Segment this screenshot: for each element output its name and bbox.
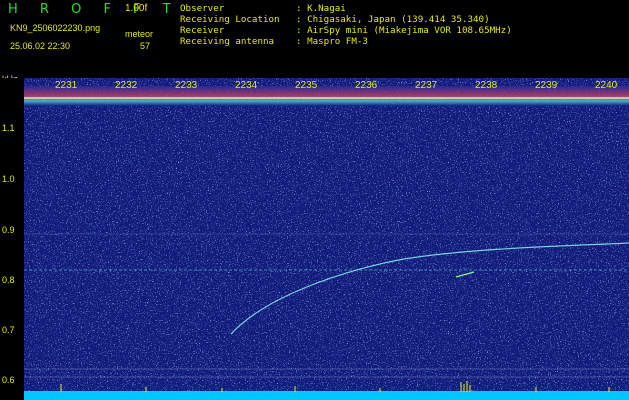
version-label: 1.00f [125, 3, 148, 14]
info-row-antenna: Receiving antenna: Maspro FM-3 [180, 36, 368, 47]
time-tick-label: 2237 [415, 80, 438, 91]
y-tick-label: 0.6 [2, 375, 15, 385]
time-tick-label: 2231 [55, 80, 78, 91]
time-tick-label: 2239 [535, 80, 558, 91]
time-tick-label: 2235 [295, 80, 318, 91]
y-tick-label: 0.9 [2, 225, 15, 235]
time-tick-label: 2234 [235, 80, 258, 91]
time-tick-label: 2238 [475, 80, 498, 91]
time-tick-label: 2240 [595, 80, 618, 91]
spectrogram [24, 78, 629, 400]
header-panel: H R O F F T 1.00f KN9_2506022230.png met… [0, 0, 629, 78]
time-tick-label: 2232 [115, 80, 138, 91]
noise-sparkle-layer [24, 78, 629, 400]
info-row-location: Receiving Location: Chigasaki, Japan (13… [180, 14, 490, 25]
info-row-observer: Observer: K.Nagai [180, 3, 346, 14]
file-name: KN9_2506022230.png [10, 23, 101, 33]
meteor-label: meteor [125, 29, 154, 39]
frequency-axis: 1.1 1.0 0.9 0.8 0.7 0.6 [0, 78, 24, 400]
date-time: 25.06.02 22:30 [10, 41, 71, 51]
info-row-receiver: Receiver: AirSpy mini (Miakejima VOR 108… [180, 25, 512, 36]
station-info: Observer: K.Nagai Receiving Location: Ch… [180, 3, 512, 47]
bottom-band [24, 391, 629, 400]
y-tick-label: 1.0 [2, 174, 15, 184]
y-tick-label: 0.7 [2, 325, 15, 335]
y-tick-label: 1.1 [2, 123, 15, 133]
meteor-count: 57 [140, 41, 151, 51]
spectrogram-canvas [24, 78, 629, 400]
time-tick-label: 2233 [175, 80, 198, 91]
time-tick-label: 2236 [355, 80, 378, 91]
app-logo: H R O F F T [8, 2, 180, 17]
y-tick-label: 0.8 [2, 275, 15, 285]
